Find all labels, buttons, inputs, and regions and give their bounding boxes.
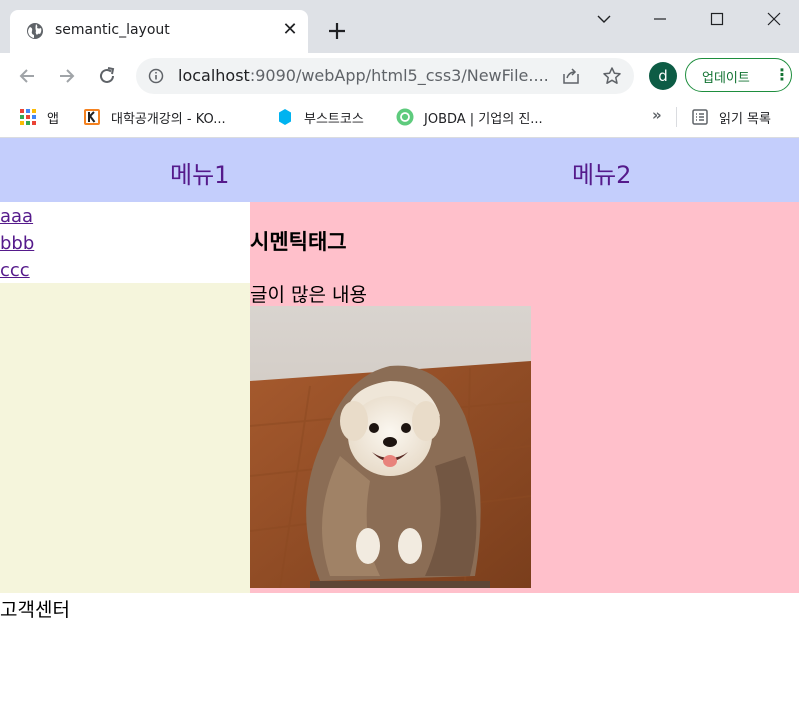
url-path: :9090/webApp/html5_css3/NewFile.... — [249, 66, 549, 85]
more-menu-icon[interactable]: ⋮ — [774, 64, 790, 86]
apps-grid-icon — [20, 109, 36, 125]
bookmark-jobda[interactable]: JOBDA | 기업의 진... — [396, 107, 543, 127]
sidebar-link-bbb[interactable]: bbb — [0, 233, 34, 254]
web-page: 메뉴1 메뉴2 aaa bbb ccc 시멘틱태그 글이 많은 내용 고객센터 — [0, 138, 799, 716]
back-arrow-icon[interactable] — [16, 65, 38, 87]
page-header: 메뉴1 메뉴2 — [0, 138, 799, 202]
address-bar[interactable]: localhost:9090/webApp/html5_css3/NewFile… — [136, 58, 634, 94]
update-button[interactable]: 업데이트 ⋮ — [685, 58, 792, 92]
reading-list-icon — [692, 109, 708, 125]
globe-icon — [27, 23, 43, 39]
maximize-icon[interactable] — [705, 8, 729, 30]
reading-list[interactable]: 읽기 목록 — [691, 107, 771, 127]
site-info-icon[interactable] — [148, 68, 164, 84]
tab-title: semantic_layout — [55, 22, 170, 38]
sidebar-links: aaa bbb ccc — [0, 202, 250, 283]
bookmark-label: 부스트코스 — [304, 111, 364, 127]
sidebar-link-ccc[interactable]: ccc — [0, 260, 30, 281]
minimize-icon[interactable] — [648, 8, 672, 30]
close-tab-icon[interactable]: ✕ — [280, 20, 300, 40]
tab-strip: semantic_layout ✕ — [0, 0, 799, 53]
url-host: localhost — [178, 66, 250, 85]
bookmarks-divider — [676, 107, 677, 127]
bookmark-boostcourse[interactable]: 부스트코스 — [276, 107, 364, 127]
bookmarks-bar: 앱 대학공개강의 - KO... 부스트코스 JOBDA | 기업의 진... … — [0, 99, 799, 138]
browser-tab[interactable]: semantic_layout ✕ — [10, 10, 308, 53]
bookmark-kocw[interactable]: 대학공개강의 - KO... — [83, 107, 226, 127]
sidebar-link-aaa[interactable]: aaa — [0, 206, 33, 227]
update-button-label: 업데이트 — [702, 71, 750, 86]
section-heading: 시멘틱태그 — [250, 230, 347, 254]
share-icon[interactable] — [562, 67, 580, 85]
jobda-icon — [396, 108, 414, 126]
reload-icon[interactable] — [96, 65, 118, 87]
browser-toolbar: localhost:9090/webApp/html5_css3/NewFile… — [0, 53, 799, 99]
main-section: 시멘틱태그 글이 많은 내용 — [250, 202, 799, 593]
reading-list-label: 읽기 목록 — [719, 111, 771, 127]
boostcourse-icon — [279, 109, 291, 125]
bookmark-label: 대학공개강의 - KO... — [111, 111, 226, 127]
url-text[interactable]: localhost:9090/webApp/html5_css3/NewFile… — [178, 66, 549, 85]
bookmark-label: JOBDA | 기업의 진... — [424, 111, 543, 127]
bookmark-star-icon[interactable] — [602, 66, 622, 86]
menu-link-2[interactable]: 메뉴2 — [572, 155, 631, 190]
tab-search-chevron-icon[interactable] — [592, 8, 616, 30]
section-text: 글이 많은 내용 — [250, 284, 367, 306]
bookmark-label: 앱 — [47, 111, 59, 127]
menu-link-1[interactable]: 메뉴1 — [170, 155, 229, 190]
sidebar: aaa bbb ccc — [0, 202, 250, 593]
forward-arrow-icon[interactable] — [56, 65, 78, 87]
more-bookmarks-chevron[interactable]: » — [652, 106, 662, 124]
page-footer: 고객센터 — [0, 599, 70, 621]
profile-avatar[interactable]: d — [649, 62, 677, 90]
bookmark-apps[interactable]: 앱 — [19, 107, 59, 127]
dog-photo — [250, 306, 531, 588]
new-tab-icon[interactable] — [326, 20, 348, 42]
kocw-icon — [84, 109, 100, 125]
window-close-icon[interactable] — [762, 8, 786, 30]
